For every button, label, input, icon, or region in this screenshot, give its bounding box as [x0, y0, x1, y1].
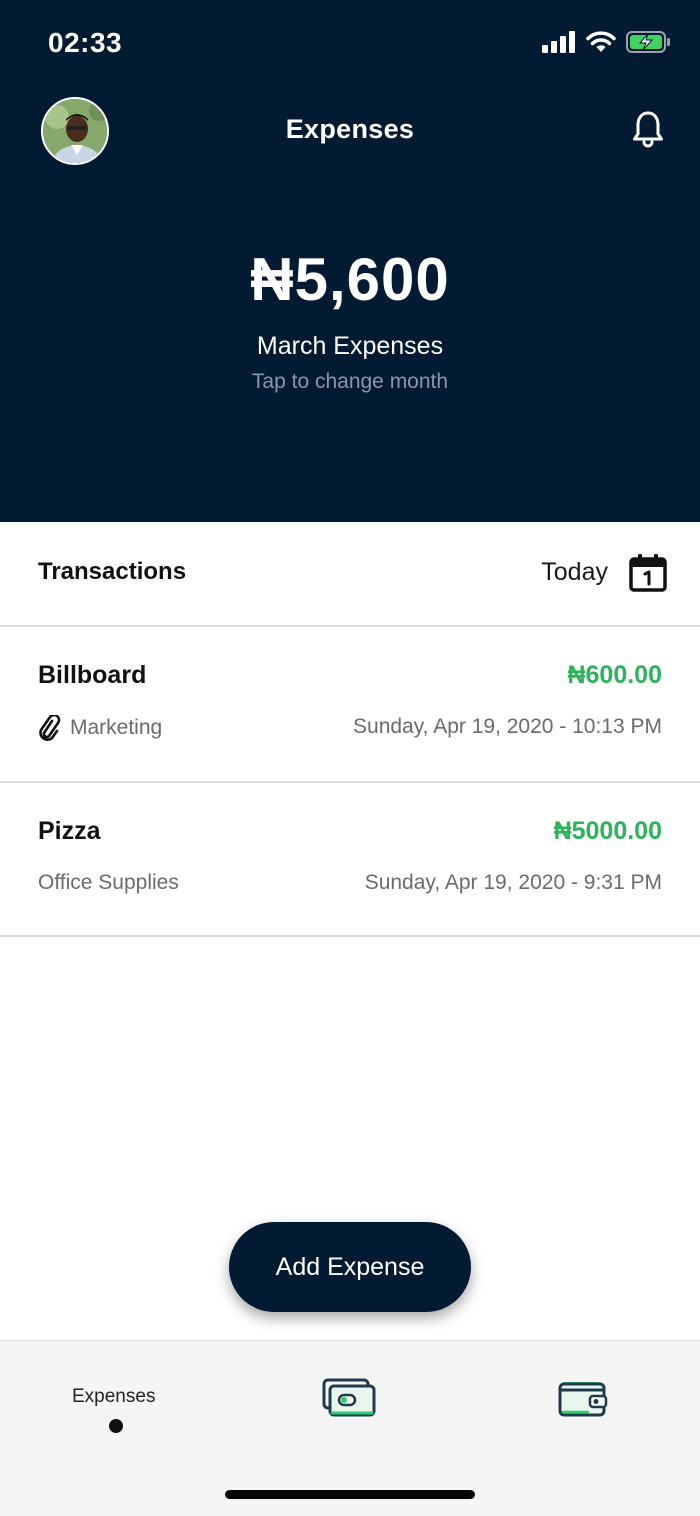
transaction-amount: ₦600.00 — [567, 661, 662, 689]
transaction-amount: ₦5000.00 — [553, 817, 662, 845]
transaction-date: Sunday, Apr 19, 2020 - 9:31 PM — [364, 871, 662, 894]
header: 02:33 Expenses ₦5,600 March Expenses Tap… — [0, 0, 700, 522]
battery-charging-icon — [626, 31, 670, 53]
transaction-row[interactable]: Billboard ₦600.00 Marketing Sunday, Apr … — [0, 627, 700, 783]
transaction-name: Billboard — [38, 661, 147, 689]
date-filter-label[interactable]: Today — [541, 558, 608, 587]
transaction-row[interactable]: Pizza ₦5000.00 Office Supplies Sunday, A… — [0, 783, 700, 937]
transaction-name: Pizza — [38, 817, 101, 845]
tab-expenses[interactable]: Expenses — [72, 1386, 155, 1408]
home-indicator — [225, 1490, 475, 1499]
active-tab-indicator — [109, 1419, 123, 1433]
change-month-hint[interactable]: Tap to change month — [0, 370, 700, 394]
transaction-category-label: Office Supplies — [38, 871, 179, 894]
transactions-header: Transactions Today — [0, 522, 700, 627]
wifi-icon — [586, 31, 616, 52]
status-time: 02:33 — [48, 27, 123, 58]
calendar-icon[interactable] — [628, 553, 668, 593]
paperclip-icon — [39, 715, 61, 741]
total-expenses-amount[interactable]: ₦5,600 — [0, 245, 700, 314]
notification-bell-icon[interactable] — [632, 110, 664, 150]
status-icons — [542, 30, 672, 54]
add-expense-button[interactable]: Add Expense — [229, 1222, 471, 1312]
transaction-category: Marketing — [38, 715, 162, 741]
page-title: Expenses — [285, 114, 415, 144]
wallet-icon[interactable] — [558, 1378, 608, 1418]
transaction-category-label: Marketing — [70, 716, 163, 739]
cash-icon[interactable] — [322, 1378, 376, 1418]
transactions-title: Transactions — [38, 558, 187, 585]
transaction-date: Sunday, Apr 19, 2020 - 10:13 PM — [353, 715, 662, 738]
cellular-signal-icon — [542, 31, 575, 53]
transaction-category: Office Supplies — [38, 871, 179, 895]
period-label[interactable]: March Expenses — [0, 332, 700, 361]
